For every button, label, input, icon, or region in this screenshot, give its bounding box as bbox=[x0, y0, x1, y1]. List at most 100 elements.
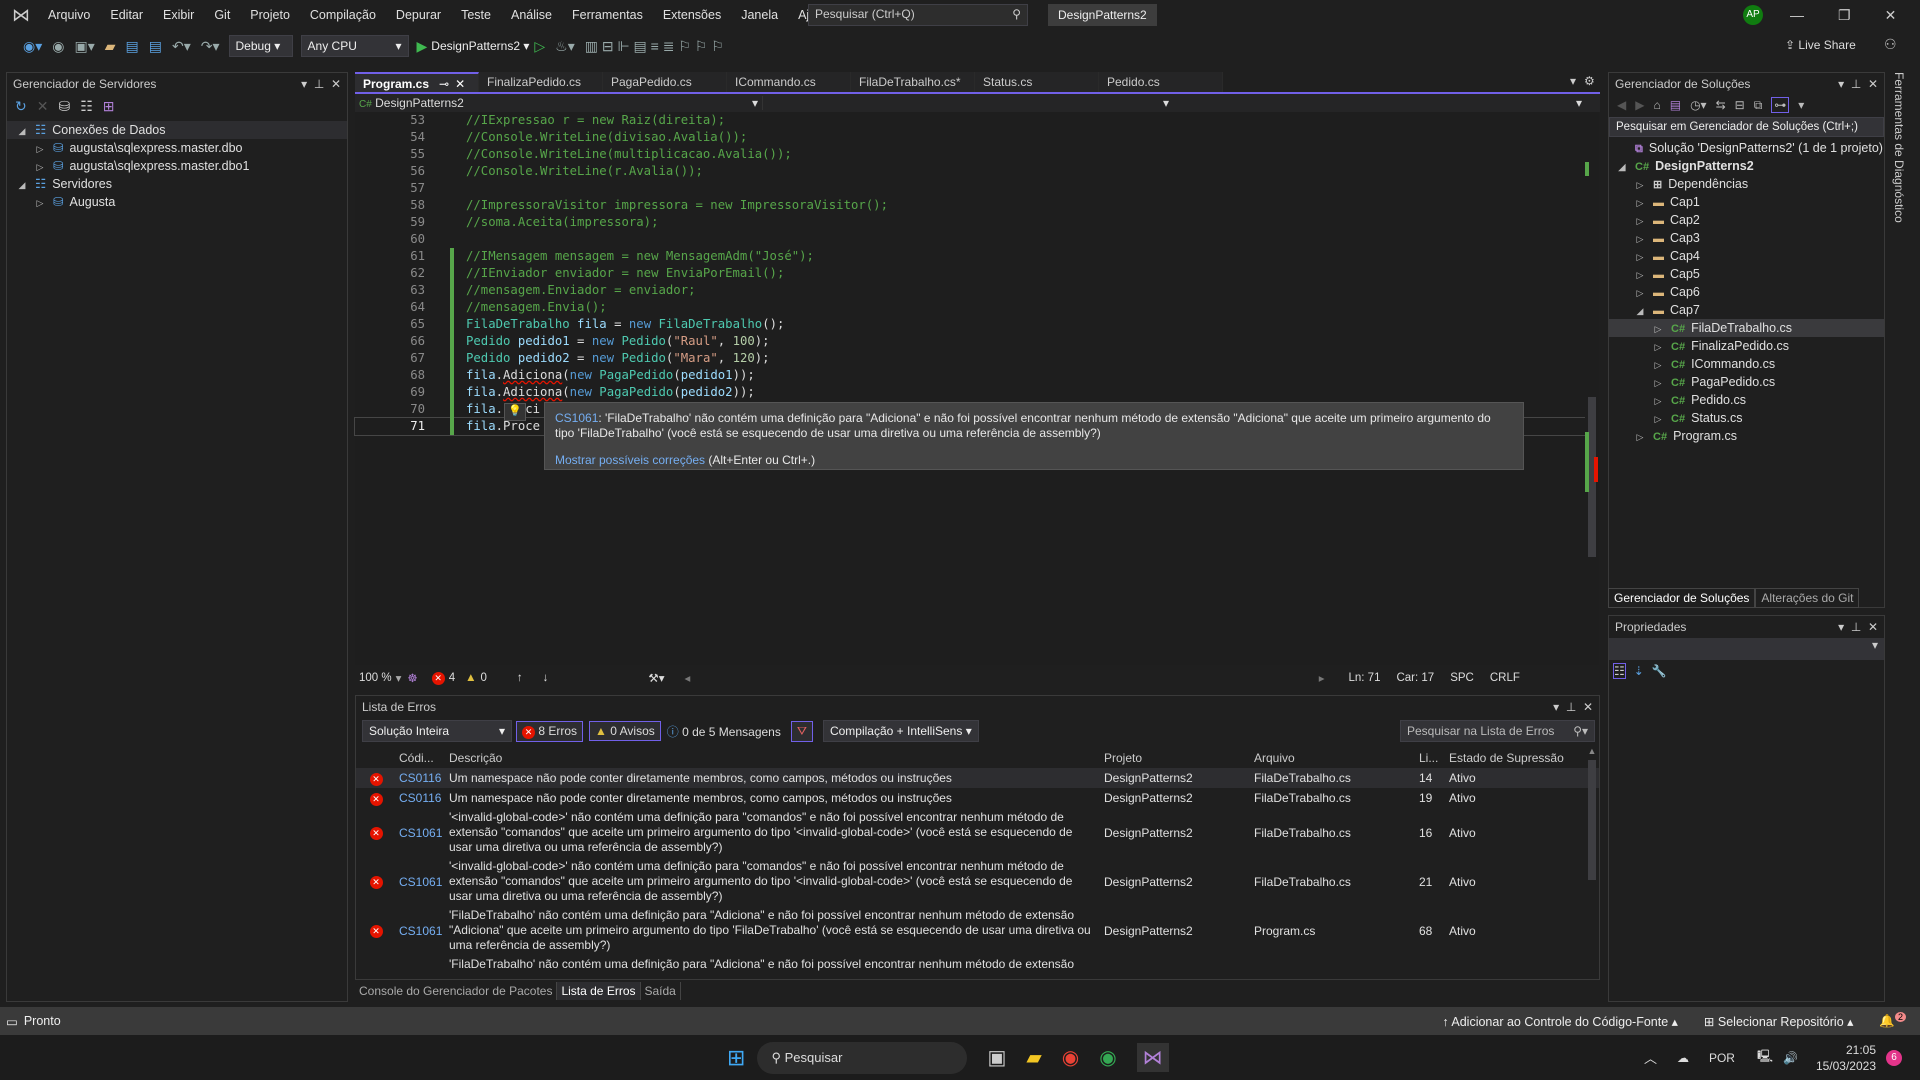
menu-11[interactable]: Janela bbox=[731, 8, 788, 22]
panel-controls[interactable]: ▾ ⊥ ✕ bbox=[1553, 700, 1593, 714]
tab-programcs[interactable]: Program.cs ⊸ ✕ bbox=[355, 72, 479, 92]
solution-item[interactable]: ▷ C# PagaPedido.cs bbox=[1609, 373, 1884, 391]
tab-finalizapedidocs[interactable]: FinalizaPedido.cs bbox=[479, 72, 603, 92]
column-header[interactable]: Códi... bbox=[396, 751, 446, 765]
sync-icon[interactable]: ⇆ bbox=[1716, 98, 1726, 112]
column-header[interactable]: Descrição bbox=[446, 751, 1101, 766]
collapsed-icon[interactable]: ▷ bbox=[1633, 266, 1647, 284]
tree-item[interactable]: ▷ ⛁ Augusta bbox=[7, 193, 347, 211]
connect-server-icon[interactable]: ☷ bbox=[80, 98, 93, 115]
error-code-link[interactable]: CS1061 bbox=[396, 973, 446, 974]
solution-item[interactable]: ▷ ▬ Cap6 bbox=[1609, 283, 1884, 301]
build-filter-select[interactable]: Compilação + IntelliSens ▾ bbox=[822, 720, 979, 742]
error-code-link[interactable]: CS0116 bbox=[396, 791, 446, 805]
volume-icon[interactable]: 🔊 bbox=[1783, 1051, 1798, 1065]
warning-count[interactable]: 0 bbox=[481, 672, 487, 684]
column-header[interactable]: Arquivo bbox=[1251, 751, 1416, 765]
bottom-tab[interactable]: Saída bbox=[641, 982, 681, 1000]
collapsed-icon[interactable]: ▷ bbox=[1651, 338, 1665, 356]
clock[interactable]: 21:05 15/03/2023 bbox=[1816, 1042, 1876, 1074]
hot-reload-icon[interactable]: ♨▾ bbox=[550, 38, 580, 55]
error-count[interactable]: 4 bbox=[449, 672, 455, 684]
collapsed-icon[interactable]: ▷ bbox=[1651, 410, 1665, 428]
tab-pagapedidocs[interactable]: PagaPedido.cs bbox=[603, 72, 727, 92]
tree-item[interactable]: ▷ ⛁ augusta\sqlexpress.master.dbo1 bbox=[7, 157, 347, 175]
whitespace-indicator[interactable]: SPC bbox=[1450, 672, 1474, 684]
forward-icon[interactable]: ▶ bbox=[1635, 98, 1644, 112]
error-row[interactable]: ✕ CS1061 '<invalid-global-code>' não conté… bbox=[356, 808, 1599, 857]
solution-item[interactable]: ▷ C# ICommando.cs bbox=[1609, 355, 1884, 373]
solution-bottom-tab[interactable]: Gerenciador de Soluções bbox=[1608, 588, 1756, 608]
bottom-tab[interactable]: Lista de Erros bbox=[557, 982, 641, 1000]
chrome-icon[interactable]: ◉ bbox=[1062, 1045, 1079, 1070]
error-list-scrollbar[interactable]: ▲ bbox=[1585, 746, 1599, 976]
stop-icon[interactable]: ✕ bbox=[37, 98, 49, 115]
panel-controls[interactable]: ▾ ⊥ ✕ bbox=[1838, 77, 1878, 91]
language-indicator[interactable]: POR bbox=[1709, 1051, 1735, 1065]
switch-views-icon[interactable]: ▤ bbox=[1670, 98, 1681, 112]
errors-filter-button[interactable]: ✕ 8 Erros bbox=[516, 720, 584, 742]
expanded-icon[interactable]: ◢ bbox=[15, 176, 29, 194]
solution-item[interactable]: ▷ ▬ Cap5 bbox=[1609, 265, 1884, 283]
error-search-input[interactable]: Pesquisar na Lista de Erros ⚲▾ bbox=[1400, 720, 1595, 742]
lightbulb-error-icon[interactable]: 💡 bbox=[504, 403, 526, 421]
error-row[interactable]: ✕ CS0116 Um namespace não pode conter dire… bbox=[356, 768, 1599, 788]
solution-item[interactable]: ◢ C# DesignPatterns2 bbox=[1609, 157, 1884, 175]
tab-icommandocs[interactable]: ICommando.cs bbox=[727, 72, 851, 92]
forward-icon[interactable]: ◉ bbox=[47, 38, 69, 55]
column-header[interactable]: Estado de Supressão bbox=[1446, 751, 1576, 765]
source-control-button[interactable]: ↑ Adicionar ao Controle do Código-Fonte … bbox=[1442, 1014, 1678, 1029]
column-header[interactable]: Li... bbox=[1416, 751, 1446, 765]
warnings-filter-button[interactable]: ▲ 0 Avisos bbox=[589, 721, 661, 741]
menu-10[interactable]: Extensões bbox=[653, 8, 731, 22]
tree-item[interactable]: ◢ ☷ Conexões de Dados bbox=[7, 121, 347, 139]
redo-icon[interactable]: ↷▾ bbox=[196, 38, 225, 55]
object-select[interactable]: ▾ bbox=[1609, 638, 1884, 660]
pin-icon[interactable]: ⊸ bbox=[439, 77, 449, 91]
cleanup-icon[interactable]: ⚒▾ bbox=[648, 671, 664, 685]
show-all-files-icon[interactable]: ⧉ bbox=[1754, 98, 1763, 113]
collapsed-icon[interactable]: ▷ bbox=[1651, 392, 1665, 410]
live-share-button[interactable]: ⇪ Live Share bbox=[1785, 38, 1856, 52]
error-code-link[interactable]: CS0116 bbox=[396, 771, 446, 785]
code-editor[interactable]: 53 //IExpressao r = new Raiz(direita); 54 /… bbox=[354, 112, 1586, 665]
menu-7[interactable]: Teste bbox=[451, 8, 501, 22]
solution-bottom-tab[interactable]: Alterações do Git bbox=[1755, 588, 1860, 608]
collapsed-icon[interactable]: ▷ bbox=[1651, 374, 1665, 392]
member-nav-select[interactable]: ▾ bbox=[763, 96, 1173, 110]
error-row[interactable]: ✕ CS0116 Um namespace não pode conter dire… bbox=[356, 788, 1599, 808]
preview-icon[interactable]: ⊶ bbox=[1771, 97, 1790, 113]
collapsed-icon[interactable]: ▷ bbox=[33, 158, 47, 176]
open-icon[interactable]: ▰ bbox=[100, 38, 121, 55]
property-pages-icon[interactable]: 🔧 bbox=[1652, 664, 1667, 678]
alphabetical-icon[interactable]: ⇣ bbox=[1634, 664, 1644, 678]
collapsed-icon[interactable]: ▷ bbox=[33, 194, 47, 212]
error-code-link[interactable]: CS1061 bbox=[396, 826, 446, 840]
categorized-icon[interactable]: ☷ bbox=[1613, 663, 1626, 679]
menu-1[interactable]: Editar bbox=[100, 8, 153, 22]
panel-controls[interactable]: ▾ ⊥ ✕ bbox=[301, 77, 341, 91]
solution-item[interactable]: ▷ C# FinalizaPedido.cs bbox=[1609, 337, 1884, 355]
config-select[interactable]: Debug ▾ bbox=[228, 35, 293, 57]
expanded-icon[interactable]: ◢ bbox=[1633, 302, 1647, 320]
member2-nav-select[interactable]: ▾ bbox=[1173, 96, 1600, 110]
menu-9[interactable]: Ferramentas bbox=[562, 8, 653, 22]
collapsed-icon[interactable]: ▷ bbox=[1651, 320, 1665, 338]
menu-4[interactable]: Projeto bbox=[240, 8, 300, 22]
tab-pedidocs[interactable]: Pedido.cs bbox=[1099, 72, 1223, 92]
error-row[interactable]: ✕ CS1061 '<invalid-global-code>' não conté… bbox=[356, 857, 1599, 906]
solution-item[interactable]: ▷ ▬ Cap3 bbox=[1609, 229, 1884, 247]
collapsed-icon[interactable]: ▷ bbox=[1633, 284, 1647, 302]
solution-search-input[interactable]: Pesquisar em Gerenciador de Soluções (Ct… bbox=[1609, 117, 1884, 137]
collapsed-icon[interactable]: ▷ bbox=[1633, 194, 1647, 212]
error-row[interactable]: ✕CS1061'FilaDeTrabalho' não contém uma d… bbox=[356, 955, 1599, 973]
platform-select[interactable]: Any CPU ▾ bbox=[300, 35, 409, 57]
refresh-icon[interactable]: ↻ bbox=[15, 98, 27, 115]
back-icon[interactable]: ◉▾ bbox=[18, 38, 47, 55]
solution-item[interactable]: ▷ C# Status.cs bbox=[1609, 409, 1884, 427]
error-code-link[interactable]: CS1061 bbox=[555, 411, 598, 425]
run-without-debug-icon[interactable]: ▷ bbox=[529, 38, 550, 55]
settings-icon[interactable]: ⚙ bbox=[1584, 74, 1595, 88]
error-code-link[interactable]: CS1061 bbox=[396, 875, 446, 889]
onedrive-icon[interactable]: ☁ bbox=[1677, 1051, 1689, 1065]
